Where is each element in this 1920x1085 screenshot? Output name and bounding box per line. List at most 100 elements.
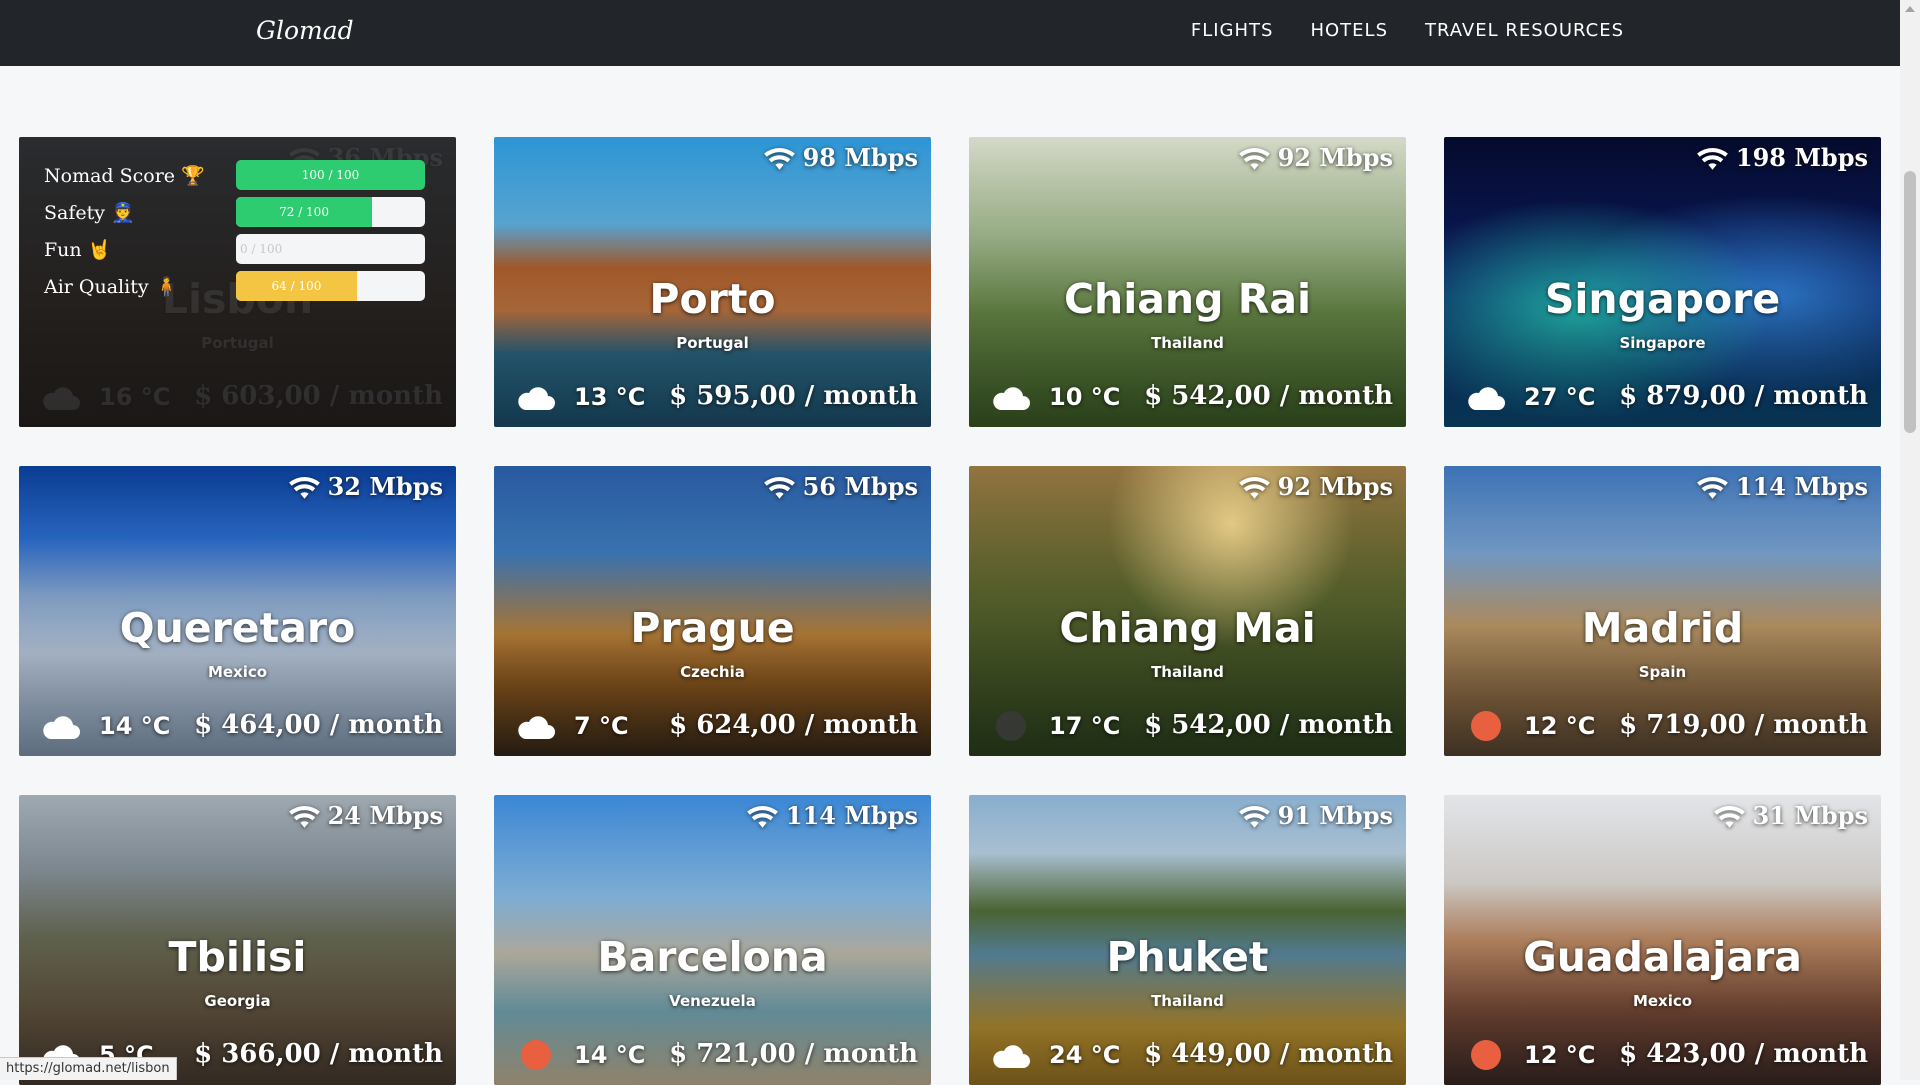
cost-per-month: $ 879,00 / month	[1619, 381, 1868, 411]
city-name: Singapore	[1544, 275, 1781, 323]
wifi-speed: 98 Mbps	[763, 143, 918, 172]
score-bar: 72 / 100	[236, 197, 425, 227]
score-bar-value: 72 / 100	[279, 205, 329, 219]
score-label: Safety 👮	[44, 202, 135, 224]
country-name: Spain	[1638, 663, 1687, 681]
country-name: Singapore	[1619, 334, 1706, 352]
brand-logo[interactable]: Glomad	[256, 16, 354, 45]
city-card-singapore[interactable]: 198 Mbps Singapore Singapore 27 °C $ 879,00 …	[1444, 137, 1881, 427]
wifi-speed-value: 56 Mbps	[802, 472, 918, 501]
wifi-speed: 198 Mbps	[1696, 143, 1868, 172]
wifi-icon	[1238, 805, 1270, 828]
wifi-speed-value: 92 Mbps	[1277, 143, 1393, 172]
country-name: Mexico	[1632, 992, 1693, 1010]
nav-link-travel-resources[interactable]: TRAVEL RESOURCES	[1425, 20, 1624, 41]
temperature: 27 °C	[1524, 383, 1596, 411]
wifi-speed: 114 Mbps	[746, 801, 918, 830]
score-bar-value: 64 / 100	[271, 279, 322, 293]
scroll-up-arrow-icon[interactable]	[1905, 6, 1915, 12]
nav-link-flights[interactable]: FLIGHTS	[1191, 20, 1274, 41]
city-card-guadalajara[interactable]: 31 Mbps Guadalajara Mexico 12 °C $ 423,00 / …	[1444, 795, 1881, 1085]
cloud-icon	[41, 713, 81, 741]
score-label: Fun 🤘	[44, 239, 112, 261]
city-name: Madrid	[1581, 604, 1744, 652]
wifi-icon	[1238, 147, 1270, 170]
city-card-chiang-rai[interactable]: 92 Mbps Chiang Rai Thailand 10 °C $ 542,00 /…	[969, 137, 1406, 427]
city-card-tbilisi[interactable]: 24 Mbps Tbilisi Georgia 5 °C $ 366,00 / mont…	[19, 795, 456, 1085]
wifi-icon	[763, 476, 795, 499]
sun-icon	[1466, 1040, 1506, 1070]
score-row: Fun 🤘	[44, 238, 234, 261]
country-name: Thailand	[1151, 334, 1224, 352]
cost-per-month: $ 464,00 / month	[194, 710, 443, 740]
temperature: 14 °C	[99, 712, 171, 740]
city-name: Tbilisi	[168, 933, 307, 981]
score-row: Safety 👮	[44, 201, 234, 224]
sun-icon	[516, 1040, 556, 1070]
sun-icon	[1466, 711, 1506, 741]
wifi-speed: 31 Mbps	[1713, 801, 1868, 830]
wifi-speed: 32 Mbps	[288, 472, 443, 501]
cost-per-month: $ 595,00 / month	[669, 381, 918, 411]
country-name: Thailand	[1151, 992, 1224, 1010]
city-card-chiang-mai[interactable]: 92 Mbps Chiang Mai Thailand 17 °C $ 542,00 /…	[969, 466, 1406, 756]
wifi-speed-value: 98 Mbps	[802, 143, 918, 172]
temperature: 12 °C	[1524, 712, 1596, 740]
country-name: Georgia	[204, 992, 271, 1010]
score-label: Nomad Score 🏆	[44, 165, 205, 187]
wifi-icon	[1697, 476, 1728, 499]
nav-link-hotels[interactable]: HOTELS	[1310, 20, 1388, 41]
wifi-speed: 56 Mbps	[763, 472, 918, 501]
cost-per-month: $ 542,00 / month	[1144, 710, 1393, 740]
wifi-icon	[747, 805, 778, 828]
country-name: Thailand	[1151, 663, 1224, 681]
temperature: 7 °C	[574, 712, 629, 740]
navbar: Glomad FLIGHTS HOTELS TRAVEL RESOURCES	[0, 0, 1900, 66]
city-name: Chiang Rai	[1063, 275, 1312, 323]
cost-per-month: $ 624,00 / month	[669, 710, 918, 740]
score-row: Nomad Score 🏆	[44, 164, 234, 187]
city-name: Barcelona	[597, 933, 828, 981]
score-bar-value: 0 / 100	[240, 242, 283, 256]
city-name: Queretaro	[119, 604, 356, 652]
wifi-icon	[1713, 805, 1745, 828]
city-card-phuket[interactable]: 91 Mbps Phuket Thailand 24 °C $ 449,00 / mon…	[969, 795, 1406, 1085]
cloud-icon	[516, 713, 556, 741]
cost-per-month: $ 542,00 / month	[1144, 381, 1393, 411]
country-name: Czechia	[680, 663, 745, 681]
wifi-speed: 24 Mbps	[288, 801, 443, 830]
city-name: Phuket	[1106, 933, 1269, 981]
wifi-speed-value: 114 Mbps	[1735, 472, 1868, 501]
cost-per-month: $ 423,00 / month	[1619, 1039, 1868, 1069]
score-row: Air Quality 🧍	[44, 275, 234, 298]
city-card-porto[interactable]: 98 Mbps Porto Portugal 13 °C $ 595,00 / mont…	[494, 137, 931, 427]
city-card-barcelona[interactable]: 114 Mbps Barcelona Venezuela 14 °C $ 721,00 …	[494, 795, 931, 1085]
temperature: 10 °C	[1049, 383, 1121, 411]
country-name: Mexico	[207, 663, 268, 681]
city-name: Guadalajara	[1523, 933, 1802, 981]
temperature: 17 °C	[1049, 712, 1121, 740]
country-name: Portugal	[676, 334, 749, 352]
city-card-queretaro[interactable]: 32 Mbps Queretaro Mexico 14 °C $ 464,00 / mo…	[19, 466, 456, 756]
city-card-lisbon[interactable]: 36 MbpsLisbonPortugal16 °C$ 603,00 / mon…	[19, 137, 456, 427]
wifi-speed-value: 92 Mbps	[1277, 472, 1393, 501]
wifi-speed-value: 91 Mbps	[1277, 801, 1393, 830]
wifi-speed-value: 32 Mbps	[327, 472, 443, 501]
scrollbar-thumb[interactable]	[1904, 171, 1916, 433]
wifi-icon	[288, 476, 320, 499]
city-name: Chiang Mai	[1059, 604, 1316, 652]
wifi-speed-value: 198 Mbps	[1735, 143, 1868, 172]
wifi-icon	[1697, 147, 1728, 170]
wifi-speed: 114 Mbps	[1696, 472, 1868, 501]
wifi-icon	[763, 147, 795, 170]
wifi-speed-value: 31 Mbps	[1752, 801, 1868, 830]
cost-per-month: $ 366,00 / month	[194, 1039, 443, 1069]
score-bar: 0 / 100	[236, 234, 425, 264]
score-bar: 100 / 100	[236, 160, 425, 190]
wifi-speed: 92 Mbps	[1238, 472, 1393, 501]
city-card-prague[interactable]: 56 Mbps Prague Czechia 7 °C $ 624,00 / month	[494, 466, 931, 756]
city-card-madrid[interactable]: 114 Mbps Madrid Spain 12 °C $ 719,00 / month	[1444, 466, 1881, 756]
wifi-speed: 92 Mbps	[1238, 143, 1393, 172]
scrollbar[interactable]	[1900, 0, 1920, 1080]
cloud-icon	[1466, 384, 1506, 412]
